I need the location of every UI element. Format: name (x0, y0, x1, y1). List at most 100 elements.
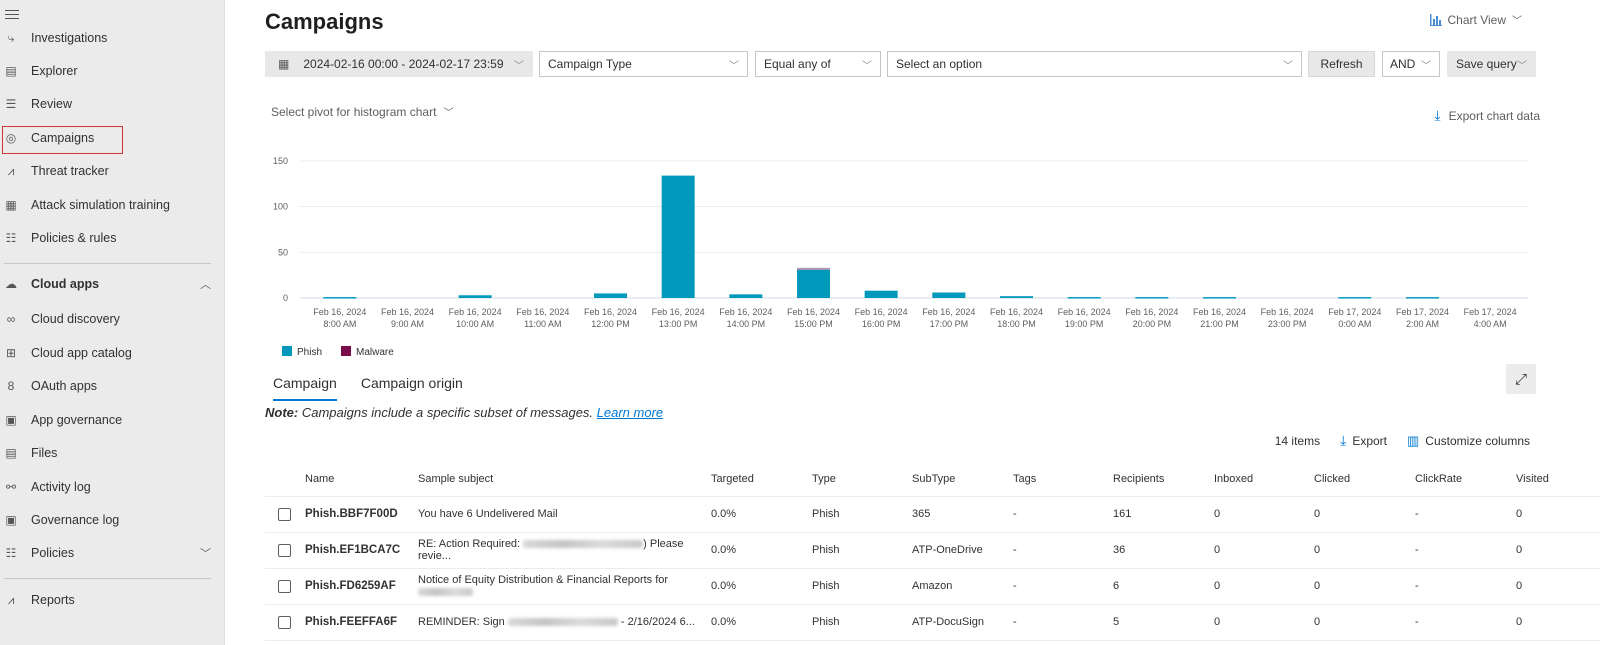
nav-label: Policies (31, 546, 75, 560)
nav-review[interactable]: ☰ Review (0, 87, 225, 121)
column-header-visited[interactable]: Visited (1516, 462, 1600, 497)
nav-oauth-apps[interactable]: 8 OAuth apps (0, 369, 225, 403)
refresh-button[interactable]: Refresh (1308, 51, 1375, 77)
tab-campaign-origin[interactable]: Campaign origin (361, 375, 463, 401)
nav-policies[interactable]: ☷ Policies ﹀ (0, 536, 225, 570)
date-range-picker[interactable]: ▦ 2024-02-16 00:00 - 2024-02-17 23:59 ﹀ (265, 51, 533, 77)
download-icon: ⤓ (1340, 432, 1347, 448)
x-tick-label: 8:00 AM (323, 319, 356, 329)
chart-view-toggle[interactable]: Chart View ﹀ (1429, 12, 1522, 27)
type-cell: Phish (812, 568, 912, 605)
operator-dropdown[interactable]: Equal any of ﹀ (755, 51, 881, 77)
expand-button[interactable]: ⤢ (1506, 364, 1536, 394)
nav-investigations[interactable]: ⤷ Investigations (0, 21, 225, 55)
campaign-name[interactable]: Phish.BBF7F00D (305, 496, 418, 533)
campaign-name[interactable]: Phish.FD6259AF (305, 568, 418, 605)
header-select (265, 462, 305, 497)
clicked-cell: 0 (1314, 496, 1415, 533)
sample-subject: Notice of Equity Distribution & Financia… (418, 568, 711, 605)
table-row[interactable]: Phish.FEEFFA6F REMINDER: Sign - 2/16/2024… (265, 604, 1600, 641)
campaign-name[interactable]: Phish.FEEFFA6F (305, 604, 418, 641)
inboxed-cell: 0 (1214, 496, 1314, 533)
subtype-cell: 365 (912, 496, 1013, 533)
row-checkbox[interactable] (278, 615, 291, 629)
nav-governance-log[interactable]: ▣ Governance log (0, 503, 225, 537)
customize-columns-button[interactable]: ▥ Customize columns (1407, 433, 1530, 449)
nav-label: Explorer (31, 64, 78, 78)
nav-activity-log[interactable]: ⚯ Activity log (0, 470, 225, 504)
hamburger-menu-icon[interactable] (5, 10, 19, 20)
subtype-cell: Amazon (912, 568, 1013, 605)
table-row[interactable]: Phish.BBF7F00D You have 6 Undelivered Mai… (265, 496, 1600, 533)
x-tick-label: Feb 16, 2024 (1125, 307, 1178, 317)
sliders-icon: ☷ (5, 546, 17, 560)
table-row[interactable]: Phish.FD6259AF Notice of Equity Distribut… (265, 568, 1600, 605)
learn-more-link[interactable]: Learn more (597, 405, 663, 420)
bar-chart-icon (1429, 13, 1442, 26)
x-tick-label: Feb 16, 2024 (922, 307, 975, 317)
explorer-icon: ▤ (5, 64, 17, 78)
column-header-recipients[interactable]: Recipients (1113, 462, 1214, 497)
nav-policies-rules[interactable]: ☷ Policies & rules (0, 221, 225, 255)
customize-columns-label: Customize columns (1425, 433, 1530, 448)
bar-phish (797, 269, 830, 298)
column-header-sample-subject[interactable]: Sample subject (418, 462, 711, 497)
nav-divider (4, 578, 211, 579)
catalog-icon: ⊞ (5, 346, 17, 360)
save-query-button[interactable]: Save query ﹀ (1447, 51, 1536, 77)
x-tick-label: Feb 17, 2024 (1464, 307, 1517, 317)
export-label: Export (1352, 433, 1387, 448)
x-tick-label: 4:00 AM (1474, 319, 1507, 329)
nav-cloud-discovery[interactable]: ∞ Cloud discovery (0, 302, 225, 336)
visited-cell: 0 (1516, 604, 1600, 641)
column-header-targeted[interactable]: Targeted (711, 462, 812, 497)
x-tick-label: Feb 16, 2024 (719, 307, 772, 317)
value-dropdown[interactable]: Select an option ﹀ (887, 51, 1302, 77)
nav-cloud-apps[interactable]: ☁ Cloud apps ︿ (0, 267, 225, 301)
table-row[interactable]: Phish.EF1BCA7C RE: Action Required: ) Ple… (265, 532, 1600, 569)
nav-attack-simulation-training[interactable]: ▦ Attack simulation training (0, 188, 225, 222)
redacted-text (418, 588, 473, 597)
date-range-value: 2024-02-16 00:00 - 2024-02-17 23:59 (303, 57, 504, 71)
column-header-tags[interactable]: Tags (1013, 462, 1113, 497)
nav-campaigns[interactable]: ◎ Campaigns (0, 121, 225, 155)
row-checkbox[interactable] (278, 543, 291, 557)
clickrate-cell: - (1415, 532, 1516, 569)
nav-reports[interactable]: ⩘ Reports (0, 583, 225, 617)
column-header-name[interactable]: Name (305, 462, 418, 497)
chart-line-icon: ⩘ (7, 592, 15, 607)
logic-dropdown[interactable]: AND ﹀ (1382, 51, 1440, 77)
column-header-subtype[interactable]: SubType (912, 462, 1013, 497)
legend-swatch-phish (282, 346, 292, 356)
export-chart-data-button[interactable]: ⤓ Export chart data (1434, 107, 1540, 124)
column-header-inboxed[interactable]: Inboxed (1214, 462, 1314, 497)
nav-app-governance[interactable]: ▣ App governance (0, 403, 225, 437)
x-tick-label: 17:00 PM (930, 319, 969, 329)
x-tick-label: 2:00 AM (1406, 319, 1439, 329)
value-placeholder: Select an option (896, 57, 983, 71)
visited-cell: 0 (1516, 532, 1600, 569)
row-checkbox[interactable] (278, 579, 291, 593)
tab-campaign[interactable]: Campaign (273, 375, 337, 401)
nav-files[interactable]: ▤ Files (0, 436, 225, 470)
note-prefix: Note: (265, 405, 299, 420)
pivot-selector[interactable]: Select pivot for histogram chart ﹀ (271, 104, 454, 119)
export-button[interactable]: ⤓ Export (1340, 432, 1387, 449)
chart-view-label: Chart View (1447, 12, 1506, 27)
campaign-name[interactable]: Phish.EF1BCA7C (305, 532, 418, 569)
row-checkbox[interactable] (278, 507, 291, 521)
calendar-icon: ▦ (278, 57, 290, 71)
nav-threat-tracker[interactable]: ⩘ Threat tracker (0, 154, 225, 188)
column-header-clicked[interactable]: Clicked (1314, 462, 1415, 497)
legend-label: Malware (356, 347, 394, 358)
clickrate-cell: - (1415, 568, 1516, 605)
column-header-clickrate[interactable]: ClickRate (1415, 462, 1516, 497)
nav-cloud-app-catalog[interactable]: ⊞ Cloud app catalog (0, 336, 225, 370)
x-tick-label: 16:00 PM (862, 319, 901, 329)
field-dropdown[interactable]: Campaign Type ﹀ (539, 51, 748, 77)
bar-phish (1338, 297, 1372, 299)
column-header-type[interactable]: Type (812, 462, 912, 497)
clicked-cell: 0 (1314, 604, 1415, 641)
clipboard-icon: ▣ (5, 513, 17, 527)
nav-explorer[interactable]: ▤ Explorer (0, 54, 225, 88)
